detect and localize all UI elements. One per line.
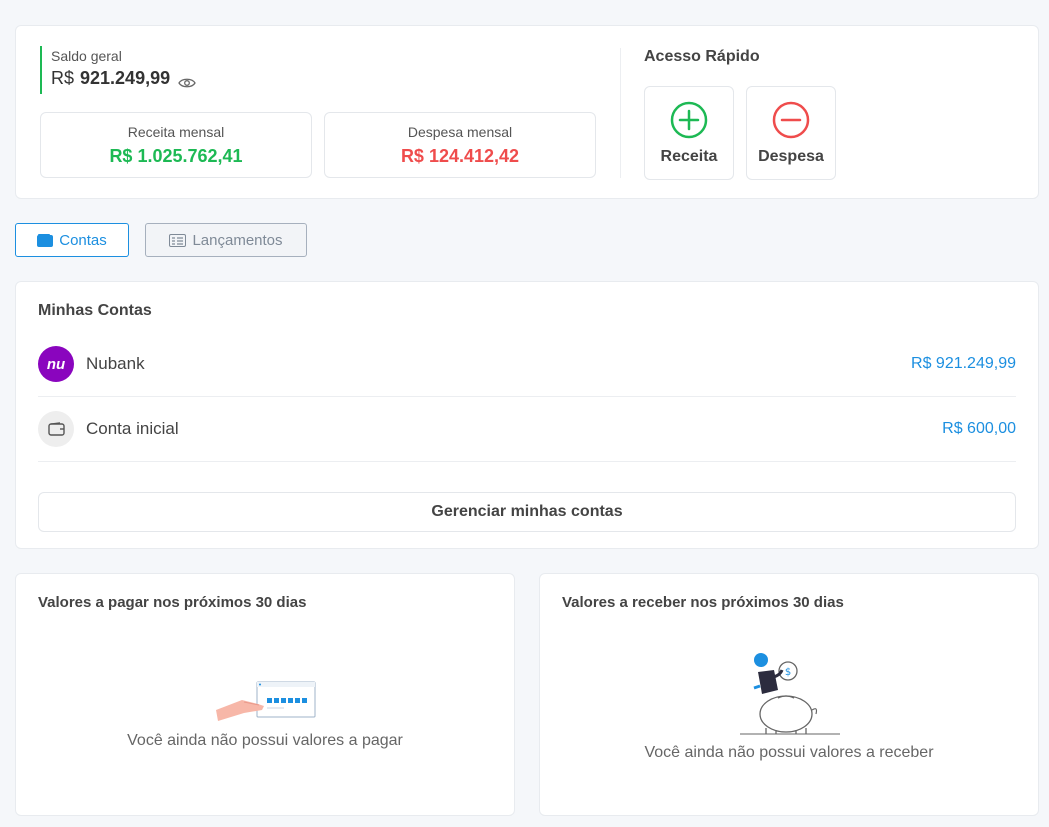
monthly-expense-label: Despesa mensal	[407, 124, 513, 140]
account-balance: R$ 600,00	[942, 420, 1016, 437]
account-row[interactable]: Conta inicial R$ 600,00	[38, 397, 1016, 462]
monthly-income-label: Receita mensal	[127, 124, 225, 140]
balance-value: R$ 921.249,99	[51, 68, 196, 89]
monthly-expense-box: Despesa mensal R$ 124.412,42	[324, 112, 596, 178]
receivables-card: Valores a receber nos próximos 30 dias $…	[539, 573, 1039, 816]
accounts-card: Minhas Contas nu Nubank R$ 921.249,99 Co…	[15, 281, 1039, 549]
monthly-income-value: R$ 1.025.762,41	[109, 146, 243, 166]
summary-card: Saldo geral R$ 921.249,99 Receita mensal…	[15, 25, 1039, 199]
receivables-title: Valores a receber nos próximos 30 dias	[562, 594, 844, 611]
tab-contas[interactable]: Contas	[15, 223, 129, 257]
payables-title: Valores a pagar nos próximos 30 dias	[38, 594, 307, 611]
payment-illustration-icon	[214, 680, 318, 727]
monthly-income-box: Receita mensal R$ 1.025.762,41	[40, 112, 312, 178]
eye-icon[interactable]	[178, 73, 196, 87]
payables-empty-text: Você ainda não possui valores a pagar	[127, 732, 403, 749]
quick-add-expense-label: Despesa	[758, 148, 824, 165]
wallet-icon	[38, 411, 74, 447]
account-name: Nubank	[86, 354, 145, 373]
balance-label: Saldo geral	[51, 48, 122, 64]
balance-block: Saldo geral R$ 921.249,99	[40, 46, 196, 94]
monthly-expense-value: R$ 124.412,42	[400, 146, 520, 166]
balance-amount: 921.249,99	[80, 68, 171, 88]
tab-contas-label: Contas	[59, 231, 107, 249]
svg-text:$: $	[785, 667, 791, 678]
accounts-title: Minhas Contas	[38, 302, 152, 319]
quick-add-income-button[interactable]: Receita	[644, 86, 734, 180]
payables-card: Valores a pagar nos próximos 30 dias Voc…	[15, 573, 515, 816]
transactions-icon	[169, 233, 187, 247]
quick-access-title: Acesso Rápido	[644, 48, 760, 65]
quick-add-expense-button[interactable]: Despesa	[746, 86, 836, 180]
tab-lancamentos-label: Lançamentos	[192, 231, 283, 249]
minus-circle-icon	[772, 101, 810, 139]
manage-accounts-button[interactable]: Gerenciar minhas contas	[38, 492, 1016, 532]
balance-currency: R$	[51, 68, 75, 88]
receivables-empty-text: Você ainda não possui valores a receber	[644, 744, 934, 761]
nubank-logo-icon: nu	[38, 346, 74, 382]
quick-add-income-label: Receita	[660, 148, 718, 165]
account-balance: R$ 921.249,99	[911, 355, 1016, 372]
account-name: Conta inicial	[86, 419, 179, 438]
tab-lancamentos[interactable]: Lançamentos	[145, 223, 307, 257]
account-row[interactable]: nu Nubank R$ 921.249,99	[38, 332, 1016, 397]
piggy-bank-illustration-icon: $	[736, 650, 846, 741]
wallet-icon	[37, 233, 54, 247]
divider	[620, 48, 621, 178]
plus-circle-icon	[670, 101, 708, 139]
